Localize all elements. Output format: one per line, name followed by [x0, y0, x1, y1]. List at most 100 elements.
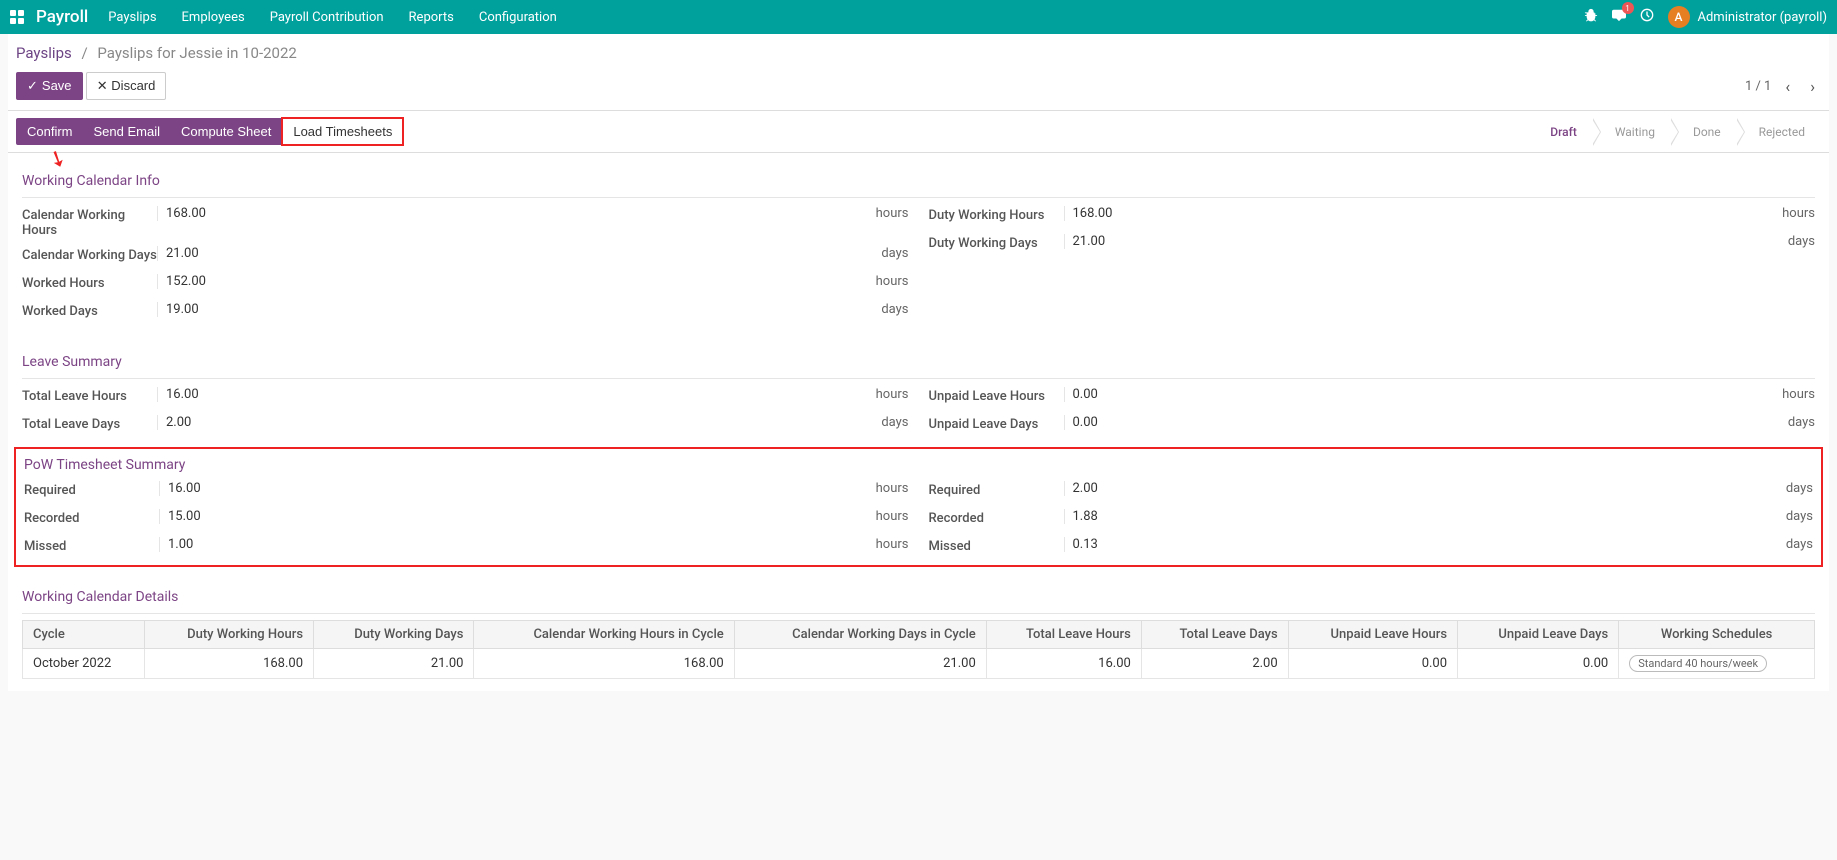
field-unit: days [1786, 537, 1813, 552]
field-unit: hours [1782, 387, 1815, 402]
field-label: Required [929, 481, 1064, 498]
status-draft[interactable]: Draft [1528, 117, 1593, 147]
field-row: Recorded 1.88days [929, 505, 1814, 533]
table-row[interactable]: October 2022 168.00 21.00 168.00 21.00 1… [23, 649, 1815, 679]
pager-count: 1 / 1 [1745, 79, 1771, 94]
th-tlh: Total Leave Hours [986, 621, 1141, 649]
breadcrumb-current: Payslips for Jessie in 10-2022 [97, 44, 296, 62]
app-brand[interactable]: Payroll [36, 7, 88, 27]
field-value: 152.00 [166, 274, 876, 289]
field-label: Calendar Working Days [22, 246, 157, 263]
th-cwd: Calendar Working Days in Cycle [734, 621, 986, 649]
status-rejected[interactable]: Rejected [1737, 117, 1821, 147]
field-label: Unpaid Leave Days [929, 415, 1064, 432]
cell-cwh: 168.00 [474, 649, 734, 679]
field-row: Missed1.00hours [24, 533, 909, 561]
field-row: Duty Working Days 21.00days [929, 230, 1816, 258]
field-unit: days [1788, 415, 1815, 430]
field-row: Worked Hours152.00hours [22, 270, 909, 298]
cell-uld: 0.00 [1458, 649, 1619, 679]
compute-sheet-button[interactable]: Compute Sheet [170, 118, 282, 145]
pow-highlight-box: PoW Timesheet Summary Required16.00hours… [14, 447, 1823, 567]
field-value: 0.13 [1073, 537, 1786, 552]
send-email-button[interactable]: Send Email [83, 118, 171, 145]
field-unit: hours [876, 387, 909, 402]
field-value: 1.88 [1073, 509, 1786, 524]
bug-icon[interactable] [1584, 8, 1598, 26]
th-cwh: Calendar Working Hours in Cycle [474, 621, 734, 649]
messages-badge: 1 [1622, 2, 1634, 14]
breadcrumb-root[interactable]: Payslips [16, 44, 72, 62]
cell-dwd: 21.00 [314, 649, 474, 679]
field-unit: days [1788, 234, 1815, 249]
field-label: Missed [24, 537, 159, 554]
field-value: 2.00 [166, 415, 881, 430]
nav-menu-payslips[interactable]: Payslips [108, 10, 156, 25]
th-schedules: Working Schedules [1619, 621, 1815, 649]
field-value: 21.00 [166, 246, 881, 261]
field-label: Recorded [929, 509, 1064, 526]
field-row: Duty Working Hours168.00hours [929, 202, 1816, 230]
field-value: 16.00 [168, 481, 876, 496]
field-row: Recorded15.00hours [24, 505, 909, 533]
avatar: A [1668, 6, 1690, 28]
cell-ulh: 0.00 [1288, 649, 1457, 679]
details-table: Cycle Duty Working Hours Duty Working Da… [22, 620, 1815, 679]
section-working-calendar: Working Calendar Info [22, 165, 1815, 198]
field-unit: hours [876, 481, 909, 496]
field-label: Calendar Working Hours [22, 206, 157, 238]
field-row: Calendar Working Days 21.00days [22, 242, 909, 270]
th-cycle: Cycle [23, 621, 145, 649]
status-done[interactable]: Done [1671, 117, 1737, 147]
cell-dwh: 168.00 [145, 649, 314, 679]
field-value: 21.00 [1073, 234, 1788, 249]
nav-menu-contribution[interactable]: Payroll Contribution [270, 10, 384, 25]
field-label: Worked Days [22, 302, 157, 319]
field-row: Calendar Working Hours 168.00hours [22, 202, 909, 242]
field-row: Worked Days19.00days [22, 298, 909, 326]
load-timesheets-button[interactable]: Load Timesheets [281, 117, 404, 146]
field-row: Total Leave Hours16.00hours [22, 383, 909, 411]
field-unit: days [1786, 481, 1813, 496]
field-unit: days [881, 246, 908, 261]
save-button[interactable]: ✓Save [16, 72, 83, 100]
field-unit: hours [876, 206, 909, 221]
confirm-button[interactable]: Confirm [16, 118, 84, 145]
cell-schedule: Standard 40 hours/week [1619, 649, 1815, 679]
th-ulh: Unpaid Leave Hours [1288, 621, 1457, 649]
breadcrumb: Payslips / Payslips for Jessie in 10-202… [16, 44, 297, 62]
pager-prev[interactable]: ‹ [1779, 73, 1796, 100]
status-waiting[interactable]: Waiting [1593, 117, 1671, 147]
apps-menu-icon[interactable] [10, 10, 24, 24]
field-row: Unpaid Leave Hours0.00hours [929, 383, 1816, 411]
pager-next[interactable]: › [1804, 73, 1821, 100]
field-label: Unpaid Leave Hours [929, 387, 1064, 404]
field-value: 1.00 [168, 537, 876, 552]
field-value: 168.00 [166, 206, 876, 221]
navbar: Payroll Payslips Employees Payroll Contr… [0, 0, 1837, 34]
messages-icon[interactable]: 1 [1612, 8, 1626, 26]
field-unit: days [1786, 509, 1813, 524]
nav-menu-employees[interactable]: Employees [182, 10, 245, 25]
field-unit: hours [1782, 206, 1815, 221]
user-menu[interactable]: A Administrator (payroll) [1668, 6, 1828, 28]
nav-menu-reports[interactable]: Reports [409, 10, 454, 25]
field-label: Duty Working Hours [929, 206, 1064, 223]
field-row: Unpaid Leave Days 0.00days [929, 411, 1816, 439]
cell-tld: 2.00 [1141, 649, 1288, 679]
clock-icon[interactable] [1640, 8, 1654, 26]
status-bar: Draft Waiting Done Rejected [1528, 117, 1829, 147]
th-dwh: Duty Working Hours [145, 621, 314, 649]
field-unit: hours [876, 509, 909, 524]
th-dwd: Duty Working Days [314, 621, 474, 649]
field-label: Duty Working Days [929, 234, 1064, 251]
user-name: Administrator (payroll) [1698, 10, 1828, 25]
field-row: Total Leave Days2.00days [22, 411, 909, 439]
field-row: Missed0.13days [929, 533, 1814, 561]
field-value: 0.00 [1073, 415, 1788, 430]
discard-button[interactable]: ✕ Discard [86, 72, 167, 100]
th-uld: Unpaid Leave Days [1458, 621, 1619, 649]
nav-menu-configuration[interactable]: Configuration [479, 10, 557, 25]
pager: 1 / 1 ‹ › [1745, 73, 1821, 100]
field-value: 15.00 [168, 509, 876, 524]
